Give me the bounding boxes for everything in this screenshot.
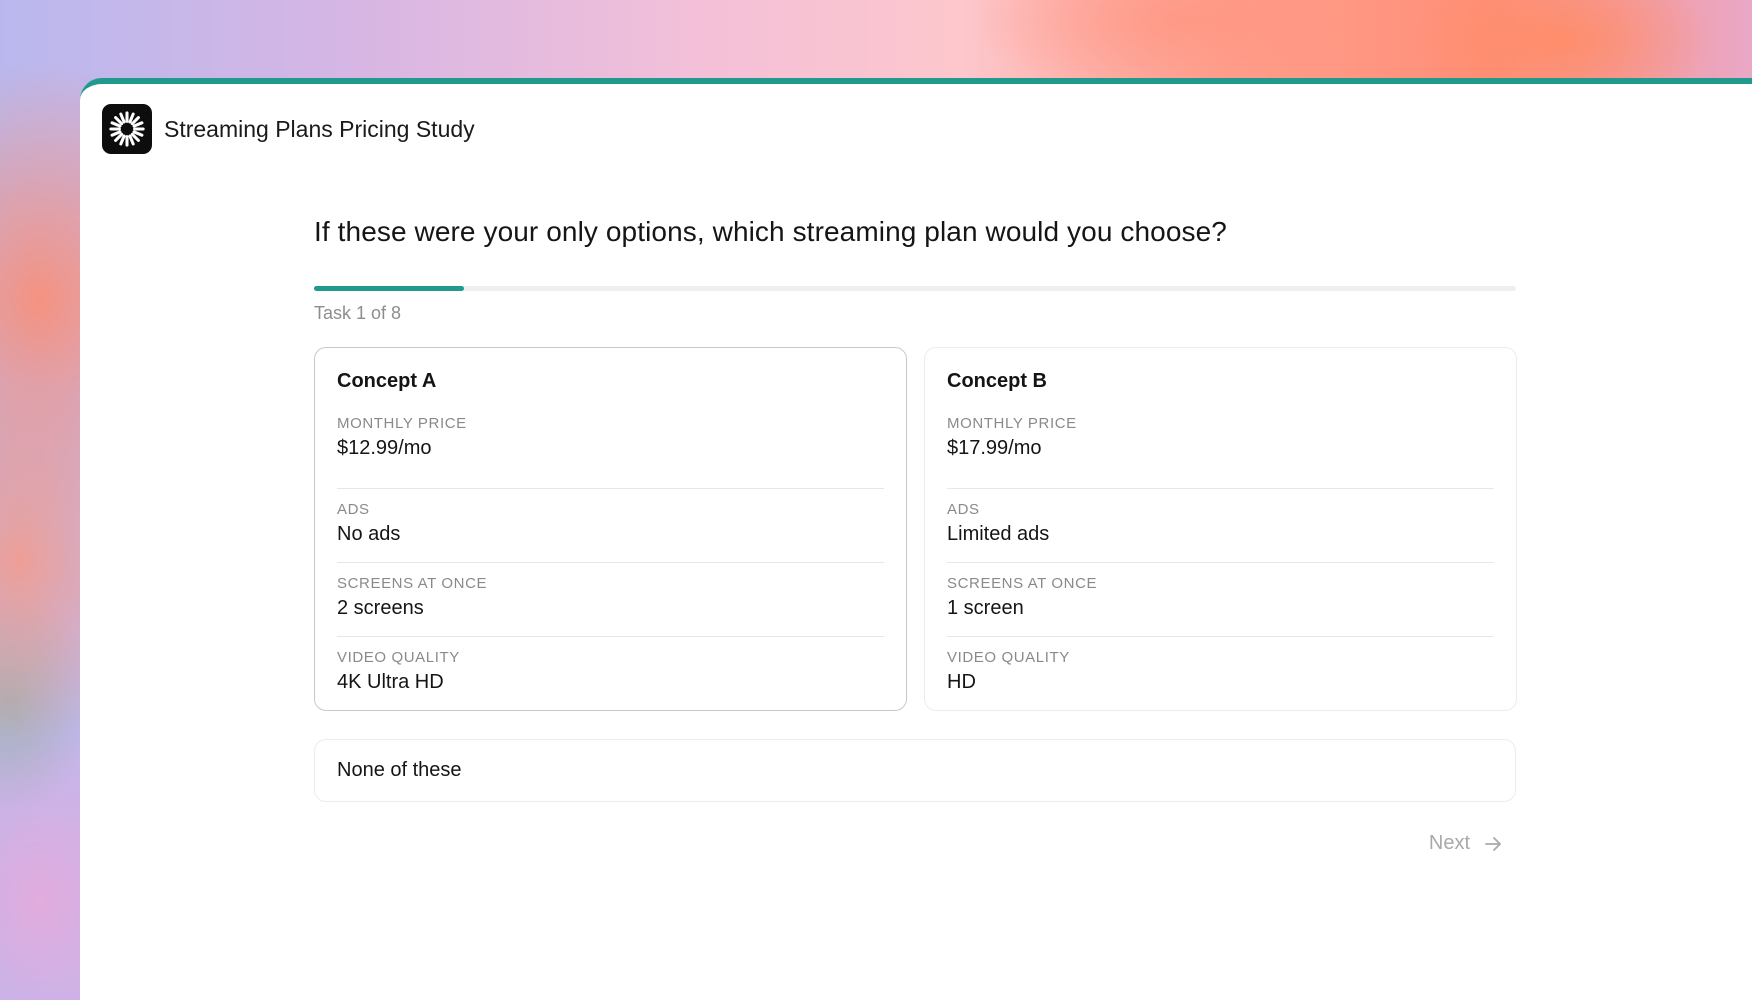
attribute-label: VIDEO QUALITY [947, 649, 1070, 666]
attribute-value: $12.99/mo [337, 437, 432, 459]
attribute-label: SCREENS AT ONCE [947, 575, 1098, 592]
attribute-value: 4K Ultra HD [337, 671, 444, 693]
attribute-value: No ads [337, 523, 401, 545]
attribute-value: HD [947, 671, 976, 693]
attribute-row: ADS No ads [337, 489, 884, 563]
progress-bar [314, 286, 1516, 291]
attribute-row: VIDEO QUALITY HD [947, 637, 1494, 711]
attribute-value: 2 screens [337, 597, 424, 619]
attribute-row: SCREENS AT ONCE 1 screen [947, 563, 1494, 637]
sunburst-logo-icon [102, 104, 152, 154]
attribute-value: Limited ads [947, 523, 1050, 545]
concept-card-a[interactable]: Concept A MONTHLY PRICE $12.99/mo ADS No… [314, 347, 907, 711]
attribute-label: MONTHLY PRICE [947, 415, 1077, 432]
concept-cards: Concept A MONTHLY PRICE $12.99/mo ADS No… [314, 347, 1517, 711]
concept-title: Concept A [337, 370, 437, 392]
attribute-row: MONTHLY PRICE $17.99/mo [947, 415, 1494, 489]
attribute-row: SCREENS AT ONCE 2 screens [337, 563, 884, 637]
attribute-label: MONTHLY PRICE [337, 415, 467, 432]
attribute-value: 1 screen [947, 597, 1024, 619]
attribute-label: VIDEO QUALITY [337, 649, 460, 666]
none-of-these-option[interactable]: None of these [314, 739, 1516, 802]
attribute-label: ADS [947, 501, 980, 518]
progress-bar-fill [314, 286, 465, 291]
task-counter: Task 1 of 8 [314, 303, 402, 323]
attribute-row: VIDEO QUALITY 4K Ultra HD [337, 637, 884, 711]
arrow-right-icon [1485, 836, 1501, 851]
app-title: Streaming Plans Pricing Study [164, 115, 475, 142]
concept-title: Concept B [947, 370, 1047, 392]
next-button-label: Next [1428, 832, 1470, 854]
attribute-row: MONTHLY PRICE $12.99/mo [337, 415, 884, 489]
attribute-label: ADS [337, 501, 370, 518]
question-heading: If these were your only options, which s… [314, 216, 1227, 247]
next-button[interactable]: Next [1429, 832, 1502, 855]
attribute-value: $17.99/mo [947, 437, 1042, 459]
concept-card-b[interactable]: Concept B MONTHLY PRICE $17.99/mo ADS Li… [924, 347, 1517, 711]
app-header: Streaming Plans Pricing Study [102, 104, 475, 154]
attribute-label: SCREENS AT ONCE [337, 575, 488, 592]
survey-panel: Streaming Plans Pricing Study If these w… [80, 78, 1752, 1000]
attribute-row: ADS Limited ads [947, 489, 1494, 563]
